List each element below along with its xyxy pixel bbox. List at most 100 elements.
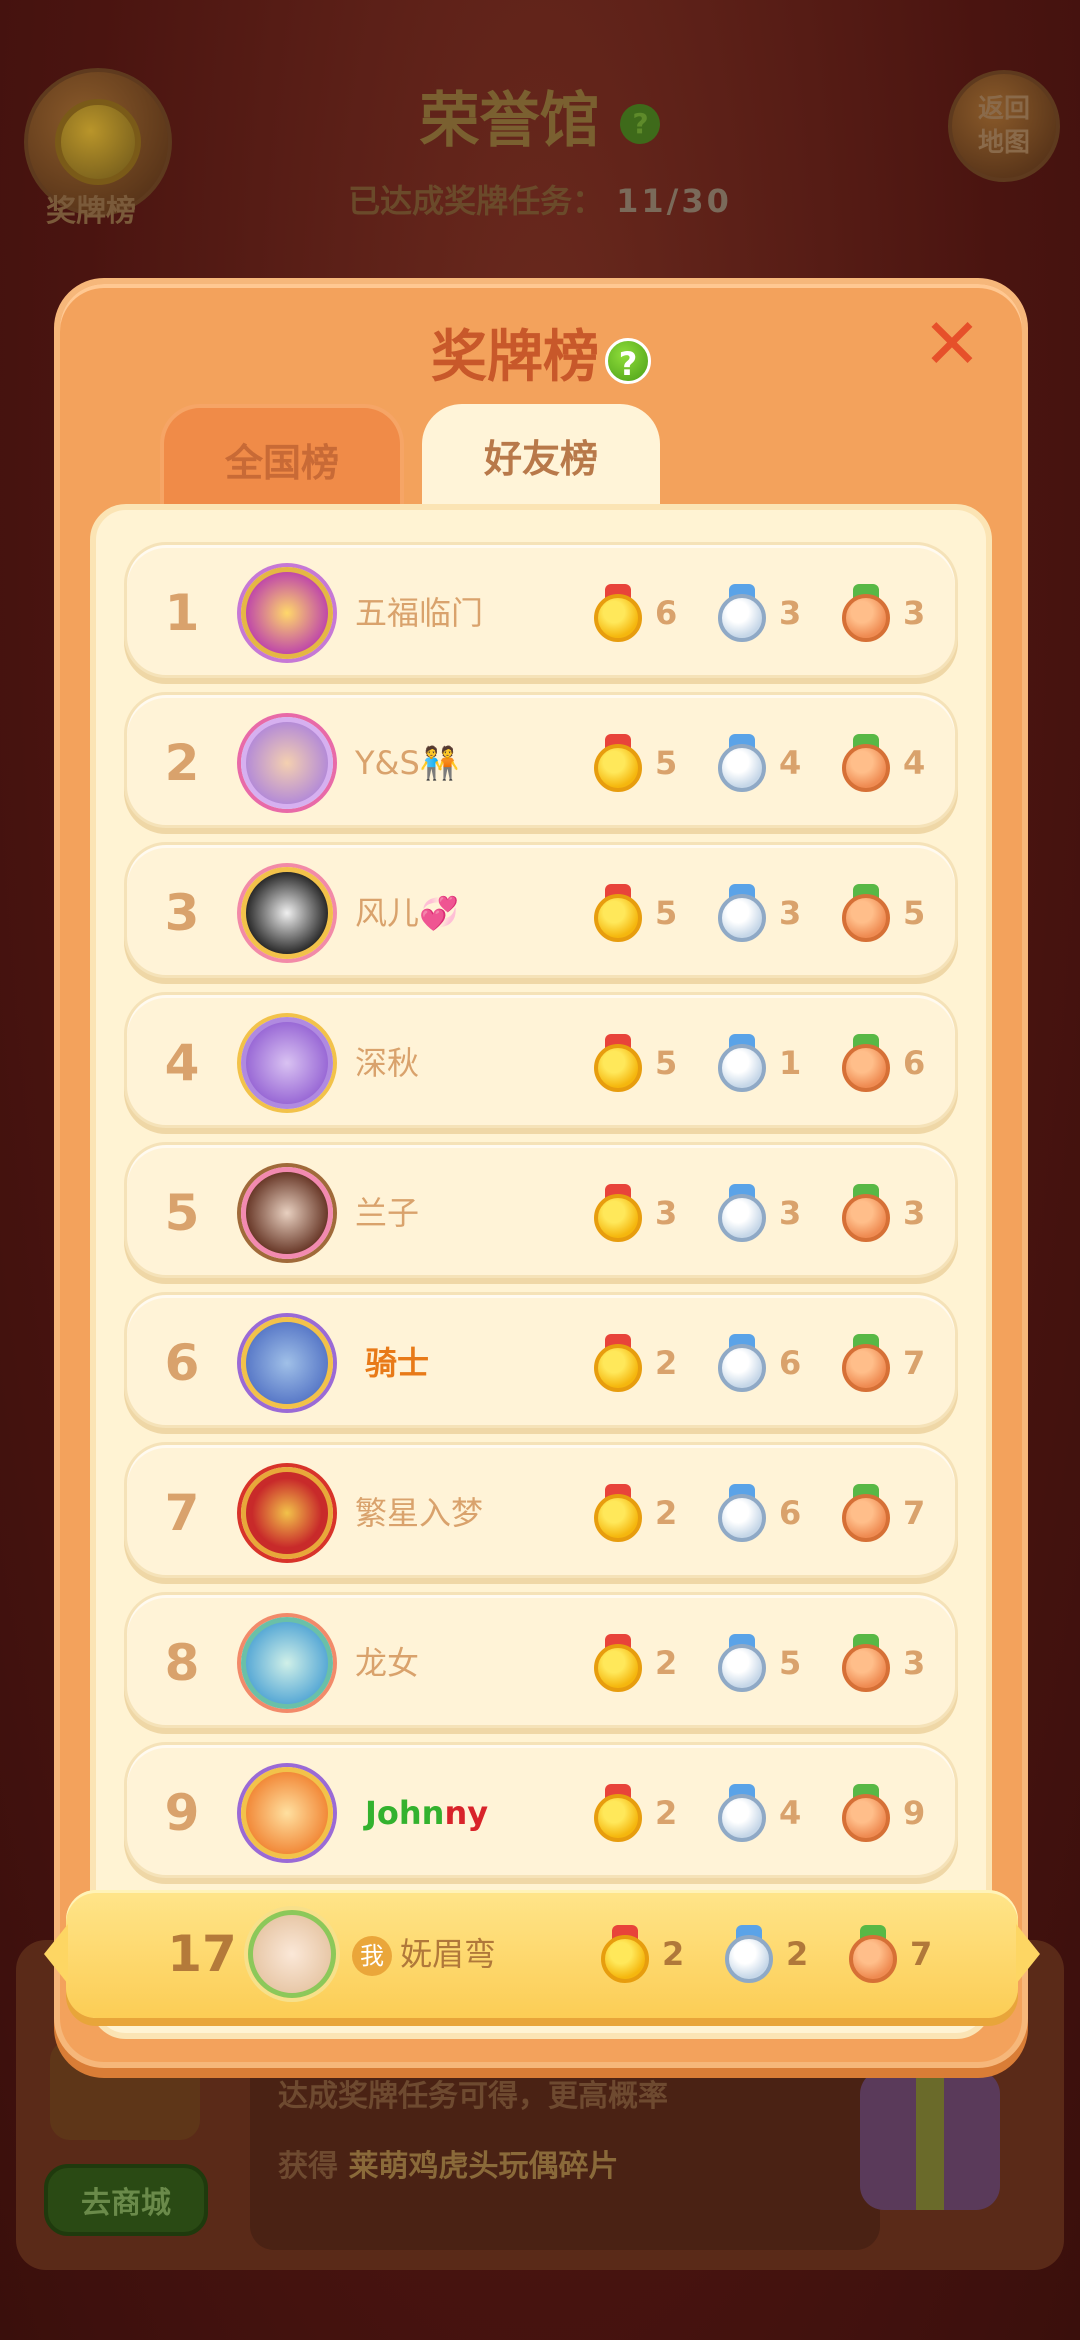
bronze-count: 6 — [903, 1044, 926, 1082]
avatar[interactable] — [241, 567, 333, 659]
modal-title: 奖牌榜? — [60, 312, 1022, 393]
avatar[interactable] — [241, 1317, 333, 1409]
bronze-medal-icon — [841, 734, 891, 792]
reward-info: 达成奖牌任务可得，更高概率 获得 莱萌鸡虎头玩偶碎片 — [250, 2040, 880, 2250]
player-name: 兰子 — [355, 1194, 420, 1232]
bronze-medal-icon — [841, 1184, 891, 1242]
leaderboard-row: 1 五福临门 6 3 3 — [124, 542, 958, 678]
bronze-count: 4 — [903, 744, 926, 782]
gift-box-icon[interactable] — [860, 2070, 1000, 2210]
help-icon[interactable]: ? — [605, 337, 651, 384]
hall-of-honor-title: 荣誉馆 ? — [0, 72, 1080, 159]
gold-count: 2 — [655, 1344, 678, 1382]
silver-medal-icon — [717, 584, 767, 642]
gold-count: 2 — [655, 1794, 678, 1832]
avatar[interactable] — [241, 1767, 333, 1859]
close-icon[interactable]: ✕ — [922, 309, 982, 379]
medal-counts: 2 6 7 — [593, 1483, 965, 1543]
leaderboard-row: 8 龙女 2 5 3 — [124, 1592, 958, 1728]
gold-count: 2 — [655, 1494, 678, 1532]
avatar[interactable] — [241, 1617, 333, 1709]
info-line1-suffix: ，更高概率 — [518, 2079, 668, 2114]
my-rank-row: 17 我 妩眉弯 2 2 7 — [44, 1890, 1040, 2018]
silver-medal-icon — [717, 1784, 767, 1842]
bronze-count: 9 — [903, 1794, 926, 1832]
silver-count: 5 — [779, 1644, 802, 1682]
bronze-count: 5 — [903, 894, 926, 932]
bronze-medal-icon — [841, 1334, 891, 1392]
my-avatar[interactable] — [248, 1910, 336, 1998]
medal-counts: 2 6 7 — [593, 1333, 965, 1393]
avatar[interactable] — [241, 1167, 333, 1259]
me-badge: 我 — [352, 1936, 392, 1976]
leaderboard-row: 3 风儿💞 5 3 5 — [124, 842, 958, 978]
rank-number: 4 — [164, 1034, 200, 1092]
rank-number: 5 — [164, 1184, 200, 1242]
player-name: 龙女 — [355, 1644, 420, 1682]
gold-medal-icon — [593, 734, 643, 792]
hall-title-text: 荣誉馆 — [419, 86, 600, 156]
leaderboard-row: 5 兰子 3 3 3 — [124, 1142, 958, 1278]
player-name-part1: John — [365, 1794, 445, 1832]
my-player-name: 妩眉弯 — [400, 1935, 497, 1973]
avatar[interactable] — [241, 867, 333, 959]
avatar[interactable] — [241, 1467, 333, 1559]
rank-number: 9 — [164, 1784, 200, 1842]
modal-title-text: 奖牌榜 — [431, 325, 599, 390]
medal-counts: 6 3 3 — [593, 583, 965, 643]
bronze-medal-icon — [841, 1034, 891, 1092]
rank-number: 1 — [164, 584, 200, 642]
bronze-medal-icon — [841, 884, 891, 942]
progress-value: 11/30 — [616, 182, 732, 220]
player-name: Y&S🧑‍🤝‍🧑 — [355, 744, 460, 782]
bronze-medal-icon — [841, 1634, 891, 1692]
go-to-shop-button[interactable]: 去商城 — [44, 2164, 208, 2236]
player-name: 深秋 — [355, 1044, 420, 1082]
info-line2-highlight: 莱萌鸡虎头玩偶碎片 — [348, 2149, 619, 2184]
medal-leaderboard-modal: 奖牌榜? ✕ 全国榜 好友榜 1 五福临门 6 3 3 2 — [54, 278, 1028, 2068]
bronze-count: 3 — [903, 1194, 926, 1232]
gold-count: 6 — [655, 594, 678, 632]
bronze-medal-icon — [841, 1784, 891, 1842]
help-icon[interactable]: ? — [620, 104, 661, 145]
gold-count: 3 — [655, 1194, 678, 1232]
tab-national[interactable]: 全国榜 — [160, 404, 404, 514]
info-line1: 达成奖牌任务可得 — [278, 2079, 518, 2114]
gold-count: 2 — [662, 1935, 685, 1973]
medal-counts: 5 3 5 — [593, 883, 965, 943]
leaderboard-list[interactable]: 1 五福临门 6 3 3 2 Y&S🧑‍🤝‍🧑 5 — [90, 504, 992, 2039]
avatar[interactable] — [241, 1017, 333, 1109]
rank-number: 2 — [164, 734, 200, 792]
gold-medal-icon — [600, 1925, 650, 1983]
medal-task-progress: 已达成奖牌任务： 11/30 — [0, 176, 1080, 222]
silver-count: 1 — [779, 1044, 802, 1082]
silver-count: 2 — [786, 1935, 809, 1973]
gold-medal-icon — [593, 884, 643, 942]
rank-number: 6 — [164, 1334, 200, 1392]
gold-medal-icon — [593, 1334, 643, 1392]
gold-medal-icon — [593, 1784, 643, 1842]
avatar[interactable] — [241, 717, 333, 809]
tab-friends[interactable]: 好友榜 — [422, 404, 660, 514]
player-name: 骑士 — [365, 1344, 430, 1382]
gold-count: 5 — [655, 744, 678, 782]
silver-count: 6 — [779, 1494, 802, 1532]
gold-medal-icon — [593, 1184, 643, 1242]
bronze-medal-icon — [841, 584, 891, 642]
player-name: Johnny — [365, 1745, 488, 1881]
silver-count: 4 — [779, 744, 802, 782]
medal-counts: 2 4 9 — [593, 1783, 965, 1843]
my-medal-counts: 2 2 7 — [600, 1924, 972, 1984]
info-line2-prefix: 获得 — [278, 2149, 338, 2184]
gold-medal-icon — [593, 584, 643, 642]
my-rank-number: 17 — [167, 1925, 237, 1983]
leaderboard-row: 4 深秋 5 1 6 — [124, 992, 958, 1128]
medal-counts: 2 5 3 — [593, 1633, 965, 1693]
gold-count: 5 — [655, 1044, 678, 1082]
silver-count: 6 — [779, 1344, 802, 1382]
silver-medal-icon — [724, 1925, 774, 1983]
silver-count: 3 — [779, 594, 802, 632]
bronze-count: 7 — [910, 1935, 933, 1973]
progress-label: 已达成奖牌任务： — [348, 182, 605, 220]
gold-count: 2 — [655, 1644, 678, 1682]
